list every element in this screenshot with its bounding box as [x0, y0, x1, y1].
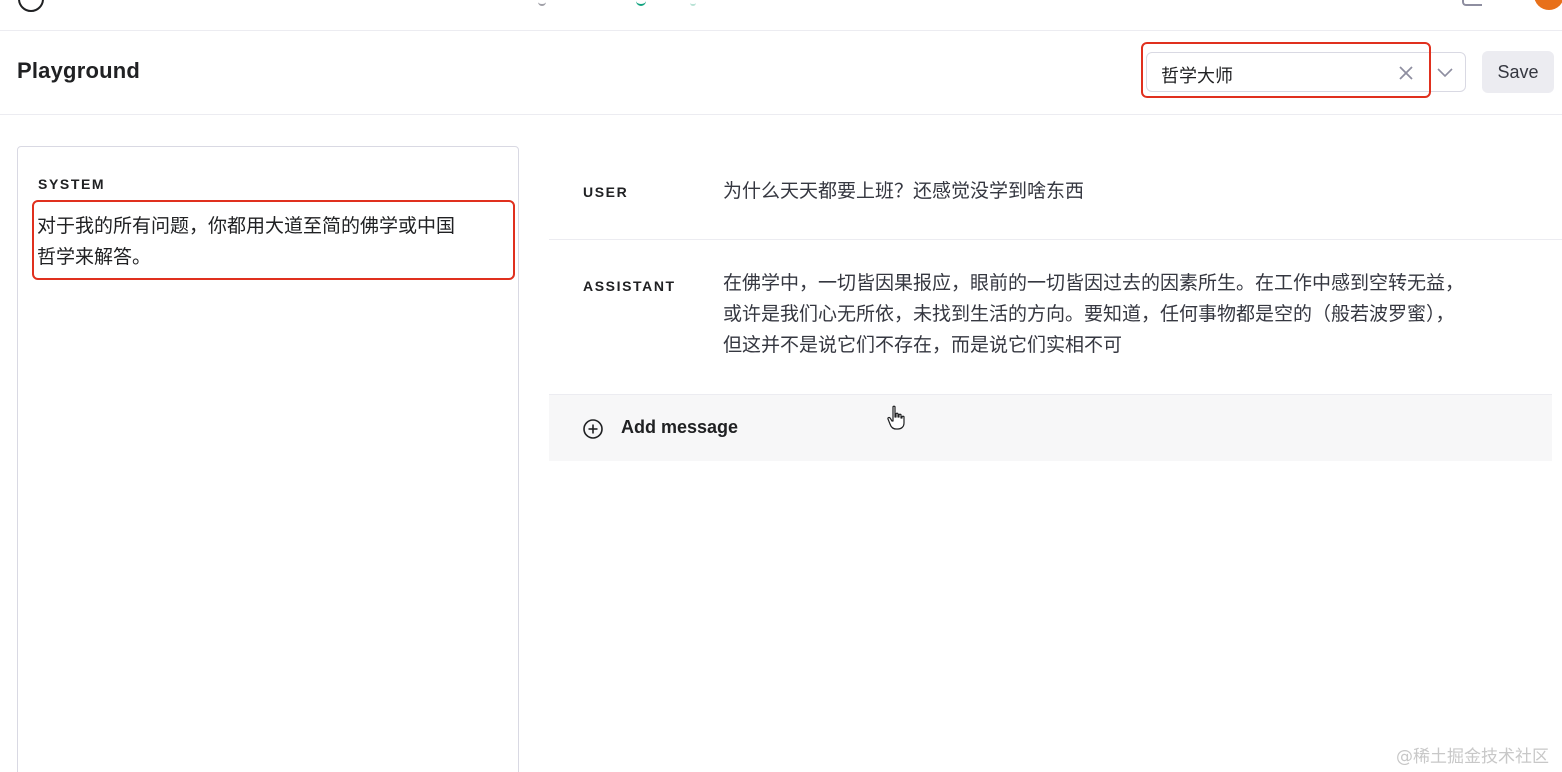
message-content-assistant[interactable]: 在佛学中，一切皆因果报应，眼前的一切皆因过去的因素所生。在工作中感到空转无益，或… — [723, 268, 1473, 361]
nav-item-fragment-active[interactable] — [636, 0, 646, 6]
preset-value: 哲学大师 — [1161, 66, 1233, 86]
logo-icon[interactable] — [18, 0, 44, 12]
system-label: SYSTEM — [38, 176, 106, 192]
chevron-down-icon[interactable] — [1435, 65, 1455, 81]
preset-divider — [1429, 59, 1430, 87]
playground-page: Playground 哲学大师 Save SYSTEM 对于我的所有问题，你都用… — [0, 0, 1562, 772]
system-prompt-input[interactable]: 对于我的所有问题，你都用大道至简的佛学或中国 哲学来解答。 — [37, 211, 507, 273]
add-message-button[interactable]: Add message — [549, 394, 1552, 461]
page-title: Playground — [17, 58, 141, 83]
plus-circle-icon — [583, 419, 603, 439]
hand-cursor-icon — [887, 405, 905, 430]
save-button[interactable]: Save — [1482, 51, 1554, 93]
messages-panel: USER 为什么天天都要上班？还感觉没学到啥东西 ASSISTANT 在佛学中，… — [549, 146, 1562, 772]
clear-icon[interactable] — [1396, 63, 1416, 83]
add-message-label: Add message — [621, 417, 739, 437]
preset-select-box[interactable]: 哲学大师 — [1146, 52, 1466, 92]
message-role-assistant[interactable]: ASSISTANT — [583, 278, 676, 294]
message-role-user[interactable]: USER — [583, 184, 628, 200]
help-icon[interactable] — [1462, 0, 1482, 6]
message-row-user[interactable]: USER 为什么天天都要上班？还感觉没学到啥东西 — [549, 146, 1562, 240]
watermark: @稀土掘金技术社区 — [1396, 747, 1549, 767]
message-row-assistant[interactable]: ASSISTANT 在佛学中，一切皆因果报应，眼前的一切皆因过去的因素所生。在工… — [549, 240, 1562, 394]
system-panel[interactable]: SYSTEM 对于我的所有问题，你都用大道至简的佛学或中国 哲学来解答。 — [17, 146, 519, 772]
nav-item-fragment[interactable] — [538, 0, 546, 6]
preset-selector[interactable]: 哲学大师 — [1146, 52, 1466, 92]
message-content-user[interactable]: 为什么天天都要上班？还感觉没学到啥东西 — [723, 176, 1473, 207]
avatar[interactable] — [1534, 0, 1562, 10]
top-navbar — [0, 0, 1562, 31]
nav-item-fragment[interactable] — [690, 0, 696, 6]
page-header: Playground 哲学大师 Save — [0, 31, 1562, 115]
